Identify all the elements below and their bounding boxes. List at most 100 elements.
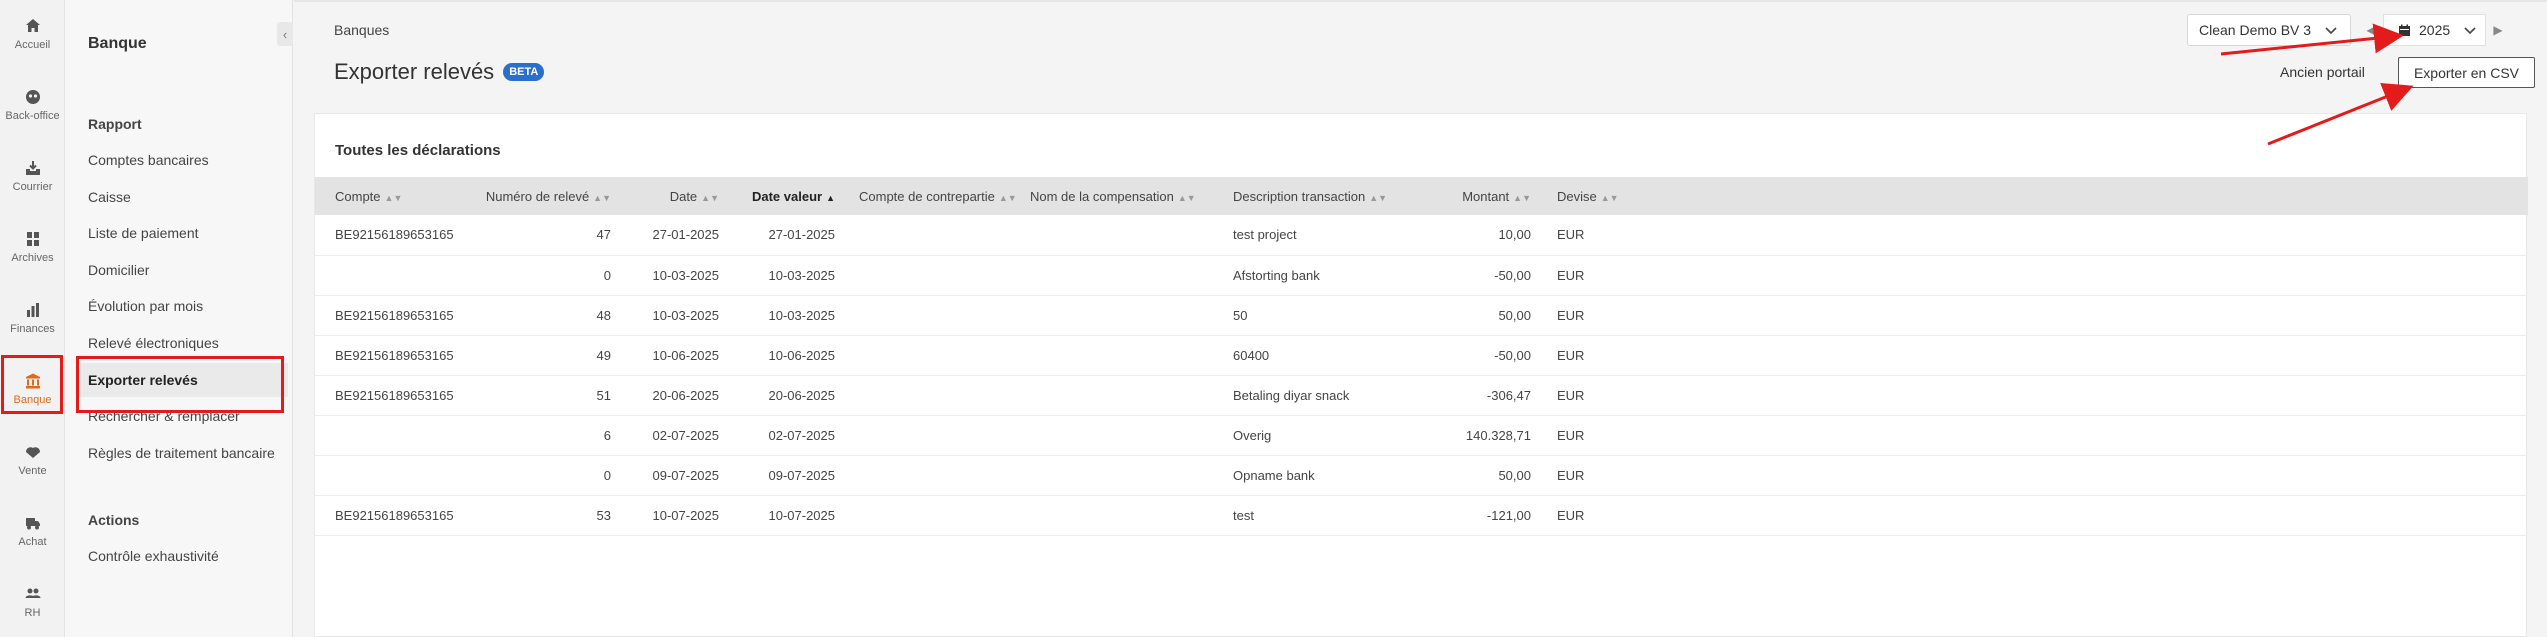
rail-item-achat[interactable]: Achat [0,501,65,561]
rail-item-archives[interactable]: Archives [0,217,65,277]
cell-date-valeur: 10-06-2025 [768,347,836,363]
cell-date: 27-01-2025 [652,227,720,243]
column-header-numero[interactable]: Numéro de relevé ▲▼ [483,177,611,215]
rail-item-back-office[interactable]: Back-office [0,75,65,135]
spacer [1531,495,1557,535]
next-year-button[interactable]: ▶ [2488,14,2508,46]
spacer [315,255,335,295]
table-row[interactable]: BE92156189653165 47 27-01-2025 27-01-2025 te… [315,215,2528,255]
old-portal-link[interactable]: Ancien portail [2280,64,2365,80]
cell-date: 20-06-2025 [652,387,720,403]
cell-montant: -121,00 [1486,507,1531,523]
column-header-contrepartie[interactable]: Compte de contrepartie ▲▼ [835,177,1030,215]
subnav-item-releve-electroniques[interactable]: Relevé électroniques [88,335,293,351]
subnav-item-evolution-par-mois[interactable]: Évolution par mois [88,298,293,314]
sort-asc-icon: ▲ [826,192,835,203]
beta-badge: BETA [503,63,545,81]
cell-montant: 50,00 [1498,307,1531,323]
rail-label: Vente [18,465,47,477]
spacer [315,295,335,335]
rail-label: Accueil [14,39,51,51]
collapse-sidebar-button[interactable]: ‹ [277,22,293,46]
cell-compte [335,415,483,455]
column-header-compte[interactable]: Compte ▲▼ [335,177,483,215]
breadcrumb[interactable]: Banques [334,22,389,38]
spacer [315,495,335,535]
export-csv-button[interactable]: Exporter en CSV [2398,57,2535,88]
spacer [1531,255,1557,295]
sort-icon: ▲▼ [384,192,403,203]
chart-icon [26,303,39,317]
cell-montant: 140.328,71 [1465,427,1531,443]
cell-numero: 0 [603,267,611,283]
chevron-left-icon: ‹ [282,26,288,42]
column-header-devise[interactable]: Devise ▲▼ [1557,177,2528,215]
column-header-date-valeur[interactable]: Date valeur ▲ [719,177,835,215]
subnav-item-caisse[interactable]: Caisse [88,189,293,205]
cell-compensation [1030,295,1233,335]
cell-contrepartie [835,295,1030,335]
table-row[interactable]: BE92156189653165 53 10-07-2025 10-07-2025 te… [315,495,2528,535]
subnav-item-controle-exhaustivite[interactable]: Contrôle exhaustivité [88,548,293,564]
subnav-item-rechercher-remplacer[interactable]: Rechercher & remplacer [88,408,293,424]
cell-compte: BE92156189653165 [335,347,454,363]
cell-description: 60400 [1233,347,1270,363]
back-office-icon [25,90,40,104]
chevron-down-icon [2325,27,2337,35]
subnav-item-comptes-bancaires[interactable]: Comptes bancaires [88,152,293,168]
rail-item-vente[interactable]: Vente [0,430,65,490]
cell-compte [335,255,483,295]
rail-item-accueil[interactable]: Accueil [0,4,65,64]
table-row[interactable]: BE92156189653165 49 10-06-2025 10-06-2025 60… [315,335,2528,375]
cell-date: 10-06-2025 [652,347,720,363]
year-select[interactable]: 2025 [2383,14,2486,46]
cell-contrepartie [835,375,1030,415]
truck-icon [25,518,40,530]
cell-montant: -50,00 [1494,347,1531,363]
top-divider [294,0,2547,2]
rail-item-banque[interactable]: Banque [0,359,65,419]
cell-contrepartie [835,415,1030,455]
subnav-item-domicilier[interactable]: Domicilier [88,262,293,278]
cell-devise: EUR [1557,507,1585,523]
rail-label: Archives [11,252,54,264]
column-header-description[interactable]: Description transaction ▲▼ [1233,177,1427,215]
cell-compensation [1030,495,1233,535]
subnav-item-regles-traitement[interactable]: Règles de traitement bancaire [88,445,293,461]
sort-icon: ▲▼ [1369,192,1388,203]
column-header-date[interactable]: Date ▲▼ [611,177,719,215]
table-row[interactable]: 0 10-03-2025 10-03-2025 Afstorting bank -50,… [315,255,2528,295]
cell-date-valeur: 09-07-2025 [768,467,836,483]
cell-contrepartie [835,455,1030,495]
table-row[interactable]: 0 09-07-2025 09-07-2025 Opname bank 50,00 EUR [315,455,2528,495]
table-row[interactable]: BE92156189653165 48 10-03-2025 10-03-2025 50… [315,295,2528,335]
subnav-item-liste-de-paiement[interactable]: Liste de paiement [88,225,293,241]
table-row[interactable]: BE92156189653165 51 20-06-2025 20-06-2025 Be… [315,375,2528,415]
rail-item-rh[interactable]: RH [0,572,65,632]
cell-compensation [1030,255,1233,295]
spacer [1531,335,1557,375]
rail-label: Banque [13,394,52,406]
rail-label: Finances [10,323,55,335]
subnav-title: Banque [88,35,147,52]
cell-contrepartie [835,255,1030,295]
table-row[interactable]: 6 02-07-2025 02-07-2025 Overig 140.328,71 EUR [315,415,2528,455]
prev-year-button[interactable]: ◀ [2361,14,2381,46]
column-header-compensation[interactable]: Nom de la compensation ▲▼ [1030,177,1233,215]
cell-numero: 53 [596,507,611,523]
cell-date-valeur: 10-03-2025 [768,267,836,283]
rail-item-finances[interactable]: Finances [0,288,65,348]
sort-icon: ▲▼ [1513,192,1531,203]
table-header-row: Compte ▲▼ Numéro de relevé ▲▼ Date ▲▼ Date … [315,177,2528,215]
subnav-item-exporter-releves[interactable]: Exporter relevés [78,363,288,397]
cell-description: Overig [1233,427,1272,443]
sale-icon [25,447,40,458]
cell-compte: BE92156189653165 [335,507,454,523]
sort-icon: ▲▼ [1600,192,1619,203]
column-header-montant[interactable]: Montant ▲▼ [1427,177,1531,215]
company-select[interactable]: Clean Demo BV 3 [2187,14,2351,46]
rail-item-courrier[interactable]: Courrier [0,146,65,206]
cell-devise: EUR [1557,267,1585,283]
spacer [1531,375,1557,415]
chevron-down-icon [2464,27,2476,35]
